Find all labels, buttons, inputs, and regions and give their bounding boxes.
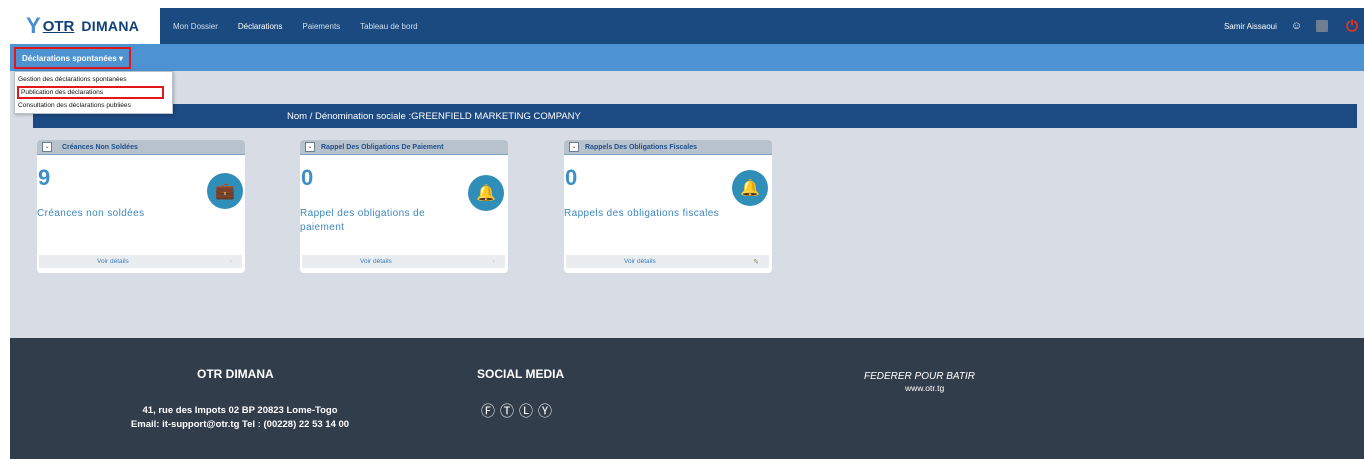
card-description: Rappels des obligations fiscales xyxy=(564,208,720,219)
logo-mark: Y xyxy=(26,13,41,38)
menu-item-gestion[interactable]: Gestion des déclarations spontanées xyxy=(15,73,172,86)
company-banner: Nom / Dénomination sociale :GREENFIELD M… xyxy=(33,104,1357,128)
declarations-spontanees-dropdown[interactable]: Déclarations spontanées ▾ xyxy=(14,47,131,69)
menu-item-consultation[interactable]: Consultation des déclarations publiées xyxy=(15,99,172,112)
nav-item-tableau-de-bord[interactable]: Tableau de bord xyxy=(360,22,417,31)
user-name[interactable]: Samir Aissaoui xyxy=(1224,22,1277,31)
footer-motto: FEDERER POUR BATIR xyxy=(864,371,975,382)
card-title: Rappel Des Obligations De Paiement xyxy=(321,143,444,151)
card-header[interactable]: ⌄ Rappels Des Obligations Fiscales xyxy=(564,140,772,155)
card-header[interactable]: ⌄ Rappel Des Obligations De Paiement xyxy=(300,140,508,155)
chevron-down-icon[interactable]: ⌄ xyxy=(42,142,52,152)
logo-otr-text: OTR xyxy=(42,17,75,35)
app-frame: Y OTR DIMANA Mon Dossier Déclarations Pa… xyxy=(10,8,1364,459)
main-nav: Mon Dossier Déclarations Paiements Table… xyxy=(173,8,438,44)
pencil-icon: ✎ xyxy=(753,258,759,266)
footer-url[interactable]: www.otr.tg xyxy=(905,383,944,393)
card-count: 0 xyxy=(301,165,314,190)
card-creances: ⌄ Créances Non Soldées 9 💼 Créances non … xyxy=(37,140,245,273)
card-count: 9 xyxy=(38,165,51,190)
logo-app-name: DIMANA xyxy=(81,18,140,34)
card-description: Rappel des obligations de paiement xyxy=(300,208,426,233)
nav-item-declarations[interactable]: Déclarations xyxy=(238,22,282,31)
power-icon[interactable]: ⏻ xyxy=(1346,18,1358,35)
bell-clock-icon: 🔔 xyxy=(732,170,768,206)
card-rappel-paiement: ⌄ Rappel Des Obligations De Paiement 0 🔔… xyxy=(300,140,508,273)
card-title: Rappels Des Obligations Fiscales xyxy=(585,143,698,151)
card-description: Créances non soldées xyxy=(37,208,145,219)
chevron-down-icon[interactable]: ⌄ xyxy=(305,142,315,152)
bell-clock-icon: 🔔 xyxy=(468,175,504,211)
footer-org-title: OTR DIMANA xyxy=(197,367,274,381)
dropdown-menu: Gestion des déclarations spontanées Publ… xyxy=(14,71,173,114)
facebook-icon[interactable]: Ⓕ xyxy=(481,401,495,421)
social-icons: Ⓕ Ⓣ Ⓛ Ⓨ xyxy=(481,401,557,421)
footer: OTR DIMANA 41, rue des Impots 02 BP 2082… xyxy=(10,338,1364,459)
linkedin-icon[interactable]: Ⓛ xyxy=(519,401,533,421)
card-rappels-fiscales: ⌄ Rappels Des Obligations Fiscales 0 🔔 R… xyxy=(564,140,772,273)
nav-item-mon-dossier[interactable]: Mon Dossier xyxy=(173,22,218,31)
menu-item-publication[interactable]: Publication des déclarations xyxy=(17,86,164,99)
twitter-icon[interactable]: Ⓣ xyxy=(500,401,514,421)
card-header[interactable]: ⌄ Créances Non Soldées xyxy=(37,140,245,155)
card-footer[interactable]: Voir détails › xyxy=(302,255,505,268)
top-navbar: Y OTR DIMANA Mon Dossier Déclarations Pa… xyxy=(10,8,1364,44)
voir-details-link[interactable]: Voir détails xyxy=(97,258,129,265)
card-title: Créances Non Soldées xyxy=(62,143,138,151)
footer-social-title: SOCIAL MEDIA xyxy=(477,367,565,381)
card-count: 0 xyxy=(565,165,578,190)
nav-item-paiements[interactable]: Paiements xyxy=(302,22,340,31)
user-icon[interactable]: ☺ xyxy=(1291,20,1302,32)
company-name: Nom / Dénomination sociale :GREENFIELD M… xyxy=(287,110,581,122)
card-footer[interactable]: Voir détails › xyxy=(39,255,242,268)
voir-details-link[interactable]: Voir détails xyxy=(360,258,392,265)
chevron-right-icon: › xyxy=(229,258,232,265)
notifications-icon[interactable] xyxy=(1316,20,1329,32)
chevron-right-icon: › xyxy=(492,258,495,265)
user-area: Samir Aissaoui ☺ ⏻ xyxy=(1224,8,1364,44)
chevron-down-icon[interactable]: ⌄ xyxy=(569,142,579,152)
voir-details-link[interactable]: Voir détails xyxy=(624,258,656,265)
card-footer[interactable]: Voir détails ✎ xyxy=(566,255,769,268)
youtube-icon[interactable]: Ⓨ xyxy=(538,401,552,421)
logo[interactable]: Y OTR DIMANA xyxy=(10,8,160,44)
footer-address: 41, rue des Impots 02 BP 20823 Lome-Togo… xyxy=(130,405,350,431)
sub-navbar: Déclarations spontanées ▾ xyxy=(10,44,1364,71)
wallet-icon: 💼 xyxy=(207,173,243,209)
